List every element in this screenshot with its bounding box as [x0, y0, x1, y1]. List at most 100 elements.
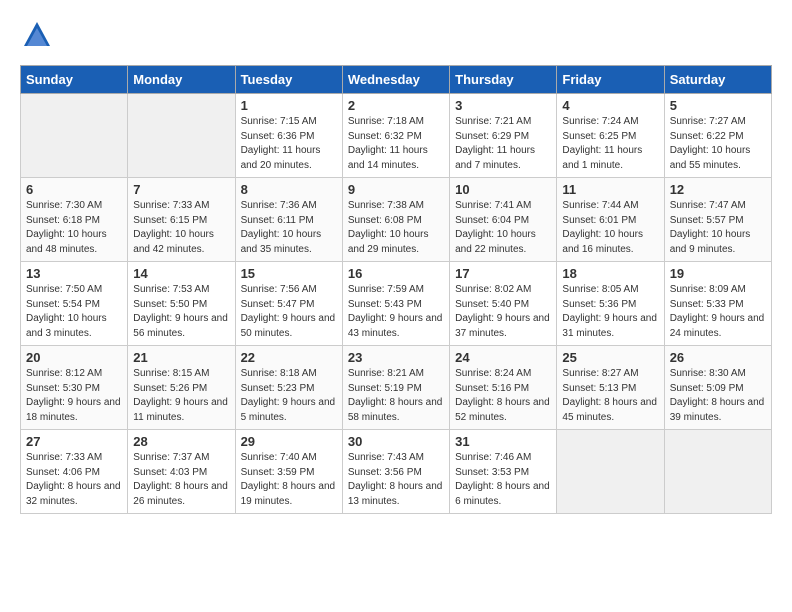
day-info: Sunrise: 7:46 AMSunset: 3:53 PMDaylight:…	[455, 451, 551, 509]
day-info: Sunrise: 7:40 AMSunset: 3:59 PMDaylight:…	[241, 451, 337, 509]
day-info: Sunrise: 7:30 AMSunset: 6:18 PMDaylight:…	[26, 199, 122, 257]
day-info: Sunrise: 7:44 AMSunset: 6:01 PMDaylight:…	[562, 199, 658, 257]
calendar-cell: 12 Sunrise: 7:47 AMSunset: 5:57 PMDayligh…	[664, 178, 771, 262]
day-info: Sunrise: 7:59 AMSunset: 5:43 PMDaylight:…	[348, 283, 444, 341]
day-number: 2	[348, 98, 444, 113]
day-info: Sunrise: 7:21 AMSunset: 6:29 PMDaylight:…	[455, 115, 551, 173]
day-number: 10	[455, 182, 551, 197]
day-number: 26	[670, 350, 766, 365]
day-number: 22	[241, 350, 337, 365]
day-number: 21	[133, 350, 229, 365]
calendar-cell: 3 Sunrise: 7:21 AMSunset: 6:29 PMDaylight…	[450, 94, 557, 178]
day-number: 7	[133, 182, 229, 197]
calendar-cell: 28 Sunrise: 7:37 AMSunset: 4:03 PMDayligh…	[128, 430, 235, 514]
day-number: 24	[455, 350, 551, 365]
day-number: 19	[670, 266, 766, 281]
calendar-cell: 13 Sunrise: 7:50 AMSunset: 5:54 PMDayligh…	[21, 262, 128, 346]
day-number: 31	[455, 434, 551, 449]
day-number: 25	[562, 350, 658, 365]
day-number: 30	[348, 434, 444, 449]
calendar-cell: 20 Sunrise: 8:12 AMSunset: 5:30 PMDayligh…	[21, 346, 128, 430]
day-number: 1	[241, 98, 337, 113]
weekday-header-row: SundayMondayTuesdayWednesdayThursdayFrid…	[21, 66, 772, 94]
day-number: 12	[670, 182, 766, 197]
day-number: 6	[26, 182, 122, 197]
day-info: Sunrise: 7:24 AMSunset: 6:25 PMDaylight:…	[562, 115, 658, 173]
day-number: 18	[562, 266, 658, 281]
calendar-cell: 7 Sunrise: 7:33 AMSunset: 6:15 PMDaylight…	[128, 178, 235, 262]
weekday-header: Sunday	[21, 66, 128, 94]
calendar-cell	[557, 430, 664, 514]
day-info: Sunrise: 7:47 AMSunset: 5:57 PMDaylight:…	[670, 199, 766, 257]
calendar-cell: 27 Sunrise: 7:33 AMSunset: 4:06 PMDayligh…	[21, 430, 128, 514]
day-number: 17	[455, 266, 551, 281]
calendar-cell: 1 Sunrise: 7:15 AMSunset: 6:36 PMDaylight…	[235, 94, 342, 178]
calendar-cell	[21, 94, 128, 178]
day-info: Sunrise: 7:37 AMSunset: 4:03 PMDaylight:…	[133, 451, 229, 509]
calendar-cell: 9Sunrise: 7:38 AMSunset: 6:08 PMDaylight…	[342, 178, 449, 262]
calendar-cell: 15Sunrise: 7:56 AMSunset: 5:47 PMDayligh…	[235, 262, 342, 346]
calendar-week-row: 27 Sunrise: 7:33 AMSunset: 4:06 PMDayligh…	[21, 430, 772, 514]
day-number: 28	[133, 434, 229, 449]
calendar-cell: 17 Sunrise: 8:02 AMSunset: 5:40 PMDayligh…	[450, 262, 557, 346]
calendar-cell: 8 Sunrise: 7:36 AMSunset: 6:11 PMDaylight…	[235, 178, 342, 262]
day-info: Sunrise: 8:27 AMSunset: 5:13 PMDaylight:…	[562, 367, 658, 425]
calendar-cell: 23 Sunrise: 8:21 AMSunset: 5:19 PMDayligh…	[342, 346, 449, 430]
day-info: Sunrise: 7:36 AMSunset: 6:11 PMDaylight:…	[241, 199, 337, 257]
day-number: 8	[241, 182, 337, 197]
day-number: 29	[241, 434, 337, 449]
day-info: Sunrise: 8:24 AMSunset: 5:16 PMDaylight:…	[455, 367, 551, 425]
weekday-header: Friday	[557, 66, 664, 94]
calendar-cell: 25 Sunrise: 8:27 AMSunset: 5:13 PMDayligh…	[557, 346, 664, 430]
day-info: Sunrise: 8:12 AMSunset: 5:30 PMDaylight:…	[26, 367, 122, 425]
day-number: 14	[133, 266, 229, 281]
calendar-cell: 4Sunrise: 7:24 AMSunset: 6:25 PMDaylight…	[557, 94, 664, 178]
day-number: 13	[26, 266, 122, 281]
day-number: 16	[348, 266, 444, 281]
day-info: Sunrise: 8:05 AMSunset: 5:36 PMDaylight:…	[562, 283, 658, 341]
calendar-cell: 22 Sunrise: 8:18 AMSunset: 5:23 PMDayligh…	[235, 346, 342, 430]
calendar-cell: 19 Sunrise: 8:09 AMSunset: 5:33 PMDayligh…	[664, 262, 771, 346]
calendar-week-row: 6 Sunrise: 7:30 AMSunset: 6:18 PMDaylight…	[21, 178, 772, 262]
day-info: Sunrise: 8:18 AMSunset: 5:23 PMDaylight:…	[241, 367, 337, 425]
day-info: Sunrise: 8:15 AMSunset: 5:26 PMDaylight:…	[133, 367, 229, 425]
day-info: Sunrise: 7:41 AMSunset: 6:04 PMDaylight:…	[455, 199, 551, 257]
day-info: Sunrise: 8:21 AMSunset: 5:19 PMDaylight:…	[348, 367, 444, 425]
day-number: 15	[241, 266, 337, 281]
calendar-cell: 14Sunrise: 7:53 AMSunset: 5:50 PMDayligh…	[128, 262, 235, 346]
calendar-cell	[128, 94, 235, 178]
day-number: 11	[562, 182, 658, 197]
day-number: 5	[670, 98, 766, 113]
calendar-week-row: 20 Sunrise: 8:12 AMSunset: 5:30 PMDayligh…	[21, 346, 772, 430]
calendar-table: SundayMondayTuesdayWednesdayThursdayFrid…	[20, 65, 772, 514]
calendar-cell: 6 Sunrise: 7:30 AMSunset: 6:18 PMDaylight…	[21, 178, 128, 262]
weekday-header: Saturday	[664, 66, 771, 94]
day-info: Sunrise: 7:27 AMSunset: 6:22 PMDaylight:…	[670, 115, 766, 173]
calendar-week-row: 1 Sunrise: 7:15 AMSunset: 6:36 PMDaylight…	[21, 94, 772, 178]
day-number: 23	[348, 350, 444, 365]
weekday-header: Wednesday	[342, 66, 449, 94]
calendar-cell: 5 Sunrise: 7:27 AMSunset: 6:22 PMDaylight…	[664, 94, 771, 178]
day-info: Sunrise: 8:02 AMSunset: 5:40 PMDaylight:…	[455, 283, 551, 341]
day-number: 27	[26, 434, 122, 449]
day-info: Sunrise: 8:09 AMSunset: 5:33 PMDaylight:…	[670, 283, 766, 341]
weekday-header: Tuesday	[235, 66, 342, 94]
calendar-cell: 21 Sunrise: 8:15 AMSunset: 5:26 PMDayligh…	[128, 346, 235, 430]
calendar-cell: 18 Sunrise: 8:05 AMSunset: 5:36 PMDayligh…	[557, 262, 664, 346]
day-info: Sunrise: 7:33 AMSunset: 6:15 PMDaylight:…	[133, 199, 229, 257]
day-number: 20	[26, 350, 122, 365]
day-info: Sunrise: 7:15 AMSunset: 6:36 PMDaylight:…	[241, 115, 337, 173]
weekday-header: Monday	[128, 66, 235, 94]
calendar-cell: 2 Sunrise: 7:18 AMSunset: 6:32 PMDaylight…	[342, 94, 449, 178]
calendar-week-row: 13 Sunrise: 7:50 AMSunset: 5:54 PMDayligh…	[21, 262, 772, 346]
weekday-header: Thursday	[450, 66, 557, 94]
day-info: Sunrise: 7:33 AMSunset: 4:06 PMDaylight:…	[26, 451, 122, 509]
calendar-cell: 29 Sunrise: 7:40 AMSunset: 3:59 PMDayligh…	[235, 430, 342, 514]
day-info: Sunrise: 7:50 AMSunset: 5:54 PMDaylight:…	[26, 283, 122, 341]
calendar-cell: 16 Sunrise: 7:59 AMSunset: 5:43 PMDayligh…	[342, 262, 449, 346]
day-info: Sunrise: 7:18 AMSunset: 6:32 PMDaylight:…	[348, 115, 444, 173]
day-info: Sunrise: 8:30 AMSunset: 5:09 PMDaylight:…	[670, 367, 766, 425]
day-number: 3	[455, 98, 551, 113]
calendar-cell: 24 Sunrise: 8:24 AMSunset: 5:16 PMDayligh…	[450, 346, 557, 430]
day-info: Sunrise: 7:38 AMSunset: 6:08 PMDaylight:…	[348, 199, 444, 257]
